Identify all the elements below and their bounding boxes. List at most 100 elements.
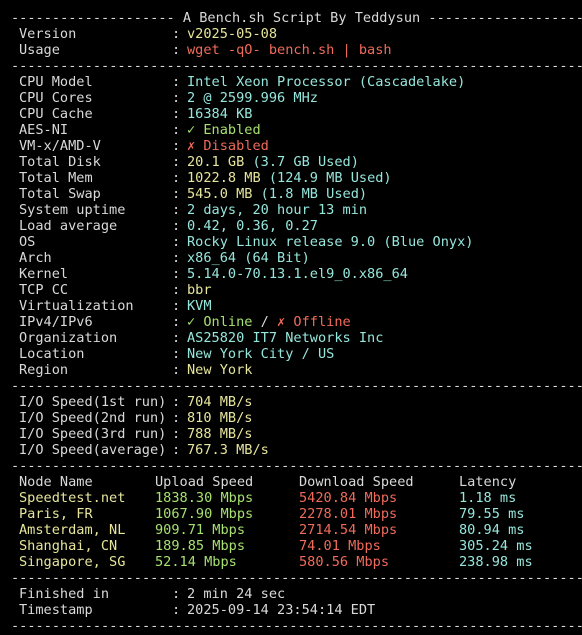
colon: : — [172, 122, 181, 138]
colon: : — [172, 106, 181, 122]
colon: : — [172, 586, 181, 602]
footer-row: Timestamp:2025-09-14 23:54:14 EDT — [11, 602, 582, 618]
colon: : — [172, 218, 181, 234]
value-segment: 1022.8 MB — [187, 170, 261, 186]
footer-label: Timestamp — [19, 602, 93, 618]
upload-speed: 909.71 Mbps — [155, 522, 246, 538]
info-value: 0.42, 0.36, 0.27 — [187, 218, 318, 234]
value-segment: ✗ Disabled — [187, 138, 269, 154]
info-label: Organization — [19, 330, 118, 346]
colon: : — [172, 234, 181, 250]
info-label: Virtualization — [19, 298, 134, 314]
info-label: System uptime — [19, 202, 126, 218]
info-value: 5.14.0-70.13.1.el9_0.x86_64 — [187, 266, 408, 282]
info-label: Total Swap — [19, 186, 101, 202]
info-row: IPv4/IPv6: ✓ Online / ✗ Offline — [11, 314, 582, 330]
upload-speed: 1067.90 Mbps — [155, 506, 254, 522]
system-info-section: CPU Model: Intel Xeon Processor (Cascadel… — [11, 74, 582, 378]
io-value: 767.3 MB/s — [187, 442, 269, 458]
colon: : — [172, 442, 181, 458]
colon: : — [172, 42, 181, 58]
io-label: I/O Speed(average) — [19, 442, 167, 458]
colon: : — [172, 330, 181, 346]
colon: : — [172, 410, 181, 426]
info-value: 2 days, 20 hour 13 min — [187, 202, 367, 218]
colon: : — [172, 426, 181, 442]
colon: : — [172, 250, 181, 266]
colon: : — [172, 26, 181, 42]
value-segment: ✓ Online — [187, 314, 253, 330]
info-value: 16384 KB — [187, 106, 252, 122]
download-speed: 2714.54 Mbps — [299, 522, 398, 538]
download-speed: 74.01 Mbps — [299, 538, 381, 554]
io-row: I/O Speed(1st run):704 MB/s — [11, 394, 582, 410]
info-value: KVM — [187, 298, 212, 314]
download-speed: 2278.01 Mbps — [299, 506, 398, 522]
upload-speed: 189.85 Mbps — [155, 538, 246, 554]
latency: 79.55 ms — [459, 506, 525, 522]
separator: ----------------------------------------… — [11, 458, 582, 474]
col-header-download: Download Speed — [299, 474, 414, 490]
info-label: Total Mem — [19, 170, 93, 186]
info-value: Rocky Linux release 9.0 (Blue Onyx) — [187, 234, 473, 250]
table-row: Singapore, SG 52.14 Mbps 580.56 Mbps 238.98… — [11, 554, 582, 570]
colon: : — [172, 138, 181, 154]
info-label: Total Disk — [19, 154, 101, 170]
speedtest-section: Node Name Upload Speed Download Speed La… — [11, 474, 582, 570]
colon: : — [172, 266, 181, 282]
io-speed-section: I/O Speed(1st run):704 MB/s I/O Speed(2nd… — [11, 394, 582, 458]
header-line: -------------------- A Bench.sh Script B… — [11, 10, 582, 26]
value-segment: 0.42, 0.36, 0.27 — [187, 218, 318, 234]
info-row: CPU Cache:16384 KB — [11, 106, 582, 122]
info-row: Total Mem:1022.8 MB (124.9 MB Used) — [11, 170, 582, 186]
info-label: CPU Model — [19, 74, 93, 90]
value-segment: 16384 KB — [187, 106, 253, 122]
info-row: Arch: x86_64 (64 Bit) — [11, 250, 582, 266]
colon: : — [172, 90, 181, 106]
value-segment: 545.0 MB — [187, 186, 253, 202]
info-label: CPU Cache — [19, 106, 93, 122]
value-segment: New York — [187, 362, 253, 378]
value-segment: / — [252, 314, 278, 330]
info-value: 2 @ 2599.996 MHz — [187, 90, 318, 106]
latency: 238.98 ms — [459, 554, 533, 570]
info-label: Usage — [19, 42, 60, 58]
info-value: 20.1 GB (3.7 GB Used) — [187, 154, 359, 170]
info-value: ✓ Online / ✗ Offline — [187, 314, 351, 330]
info-label: Location — [19, 346, 85, 362]
footer-row: Finished in:2 min 24 sec — [11, 586, 582, 602]
info-value: ✓ Enabled — [187, 122, 261, 138]
io-row: I/O Speed(average):767.3 MB/s — [11, 442, 582, 458]
info-row: CPU Model: Intel Xeon Processor (Cascadel… — [11, 74, 582, 90]
colon: : — [172, 298, 181, 314]
info-label: Version — [19, 26, 77, 42]
info-label: AES-NI — [19, 122, 69, 138]
info-row: Total Swap:545.0 MB (1.8 MB Used) — [11, 186, 582, 202]
node-name: Singapore, SG — [19, 554, 126, 570]
info-row: Load average:0.42, 0.36, 0.27 — [11, 218, 582, 234]
info-row: CPU Cores:2 @ 2599.996 MHz — [11, 90, 582, 106]
intro-section: Version : v2025-05-08 Usage : wget -qO- … — [11, 26, 582, 58]
info-value: AS25820 IT7 Networks Inc — [187, 330, 383, 346]
node-name: Speedtest.net — [19, 490, 126, 506]
speed-table-header: Node Name Upload Speed Download Speed La… — [11, 474, 582, 490]
terminal-window[interactable]: -------------------- A Bench.sh Script B… — [0, 0, 582, 635]
info-label: CPU Cores — [19, 90, 93, 106]
info-row: VM-x/AMD-V: ✗ Disabled — [11, 138, 582, 154]
colon: : — [172, 362, 181, 378]
value-segment: AS25820 IT7 Networks Inc — [187, 330, 384, 346]
value-segment: (1.8 MB Used) — [252, 186, 368, 202]
info-value: 545.0 MB (1.8 MB Used) — [187, 186, 367, 202]
info-value: New York — [187, 362, 252, 378]
info-value: x86_64 (64 Bit) — [187, 250, 310, 266]
info-row: OS: Rocky Linux release 9.0 (Blue Onyx) — [11, 234, 582, 250]
colon: : — [172, 602, 181, 618]
value-segment: KVM — [187, 298, 212, 314]
info-label: Kernel — [19, 266, 69, 282]
col-header-upload: Upload Speed — [155, 474, 254, 490]
latency: 80.94 ms — [459, 522, 525, 538]
info-label: Load average — [19, 218, 118, 234]
value-segment: x86_64 (64 Bit) — [187, 250, 310, 266]
info-label: OS — [19, 234, 36, 250]
info-row: Total Disk:20.1 GB (3.7 GB Used) — [11, 154, 582, 170]
